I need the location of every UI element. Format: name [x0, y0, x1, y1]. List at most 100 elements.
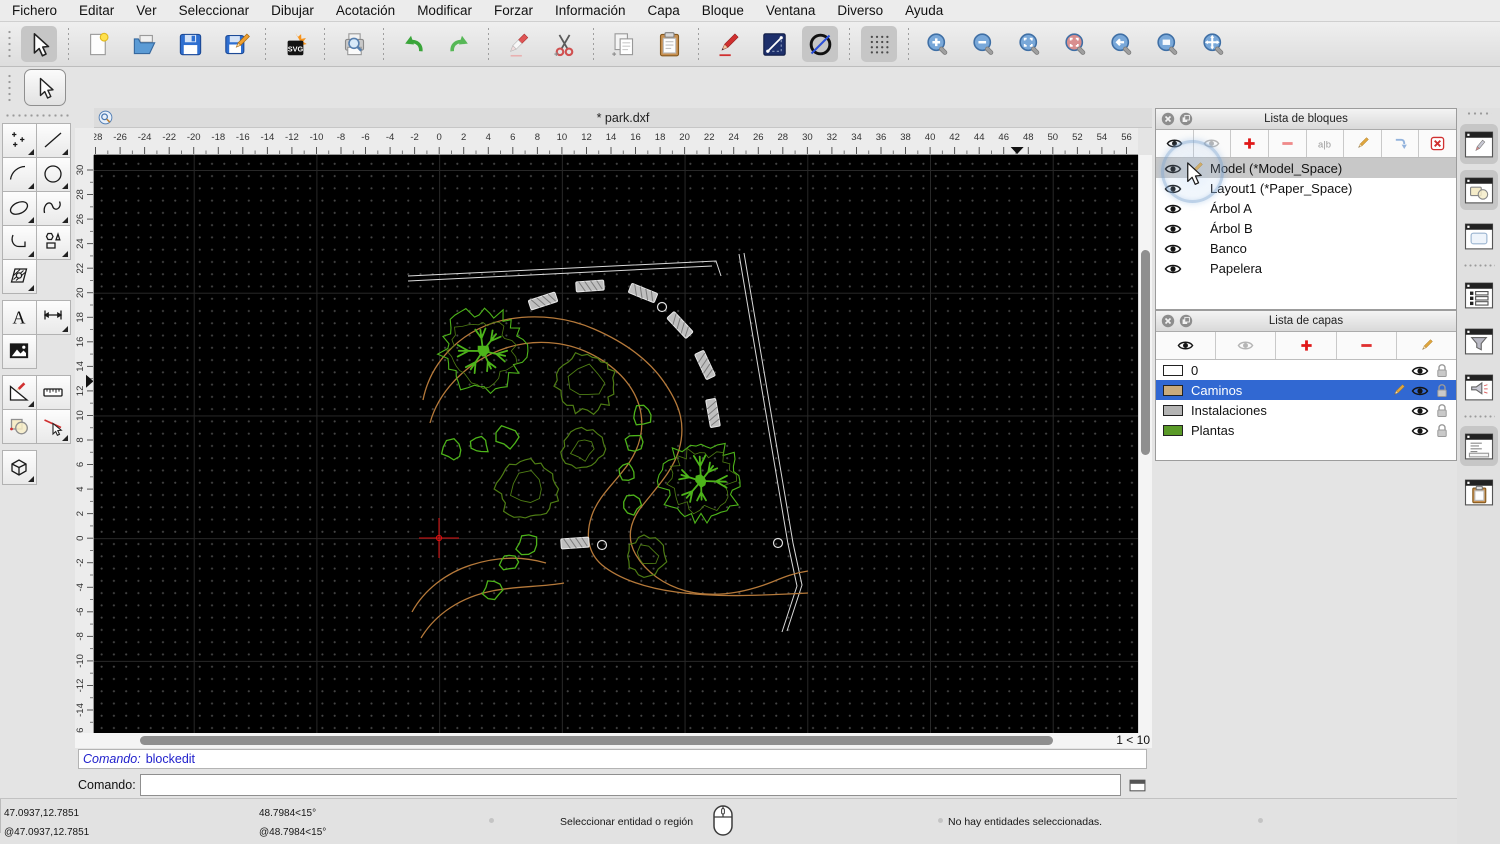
layers-minus-strong-button[interactable] [1337, 332, 1397, 359]
blocks-plus-button[interactable] [1231, 130, 1269, 157]
tool-points-button[interactable] [1, 122, 37, 158]
lock-icon[interactable] [1435, 403, 1449, 418]
document-tab-bar[interactable]: * park.dxf [94, 108, 1152, 128]
layer-color-swatch[interactable] [1163, 404, 1183, 416]
lock-icon[interactable] [1435, 383, 1449, 398]
toolbar-drag-handle[interactable] [6, 72, 13, 103]
svg-export-button[interactable]: SVG [277, 26, 313, 62]
copy-button[interactable] [605, 26, 641, 62]
visibility-eye-icon[interactable] [1411, 404, 1429, 417]
tool-dimension-button[interactable] [35, 299, 71, 335]
visibility-eye-icon[interactable] [1411, 364, 1429, 377]
redo-button[interactable] [441, 26, 477, 62]
tool-ruler-tool-button[interactable] [35, 374, 71, 410]
block-row-papelera[interactable]: Papelera [1156, 258, 1456, 278]
menu-modificar[interactable]: Modificar [417, 3, 472, 18]
tool-polyline-button[interactable] [1, 224, 37, 260]
visibility-eye-icon[interactable] [1164, 202, 1182, 215]
layer-color-swatch[interactable] [1163, 364, 1183, 376]
zoom-in-button[interactable] [920, 26, 956, 62]
tool-select-entity-button[interactable] [35, 408, 71, 444]
tool-line-button[interactable] [35, 122, 71, 158]
menu-fichero[interactable]: Fichero [12, 3, 57, 18]
menu-bloque[interactable]: Bloque [702, 3, 744, 18]
line-tool-button[interactable] [756, 26, 792, 62]
delete-entities-button[interactable] [500, 26, 536, 62]
save-button[interactable] [172, 26, 208, 62]
tool-polygon-shapes-button[interactable] [35, 224, 71, 260]
zoom-redraw-button[interactable] [1058, 26, 1094, 62]
command-input[interactable] [140, 774, 1121, 796]
menu-capa[interactable]: Capa [648, 3, 680, 18]
tool-hatch-button[interactable] [1, 258, 37, 294]
menu-forzar[interactable]: Forzar [494, 3, 533, 18]
blocks-pencil-button[interactable] [1344, 130, 1382, 157]
tool-box-3d-button[interactable] [1, 449, 37, 485]
paste-button[interactable] [651, 26, 687, 62]
menu-ver[interactable]: Ver [136, 3, 156, 18]
layers-plus-button[interactable] [1276, 332, 1337, 359]
new-document-button[interactable] [80, 26, 116, 62]
menu-ventana[interactable]: Ventana [766, 3, 816, 18]
toolbar-drag-handle[interactable] [6, 29, 13, 59]
blocks-delete-x-button[interactable] [1419, 130, 1456, 157]
visibility-eye-icon[interactable] [1164, 262, 1182, 275]
save-as-button[interactable] [218, 26, 254, 62]
menu-diverso[interactable]: Diverso [837, 3, 883, 18]
tool-ellipse-button[interactable] [1, 190, 37, 226]
tool-spline-button[interactable] [35, 190, 71, 226]
visibility-eye-icon[interactable] [1164, 222, 1182, 235]
zoom-pan-button[interactable] [1196, 26, 1232, 62]
undo-button[interactable] [395, 26, 431, 62]
entity-window-button[interactable] [1459, 170, 1498, 210]
block-row-banco[interactable]: Banco [1156, 238, 1456, 258]
list-window-button[interactable] [1460, 275, 1498, 315]
menu-editar[interactable]: Editar [79, 3, 114, 18]
tool-circle-button[interactable] [35, 156, 71, 192]
empty-window-button[interactable] [1460, 216, 1498, 256]
layers-eye-off-button[interactable] [1216, 332, 1277, 359]
drawing-canvas[interactable] [94, 155, 1138, 733]
layer-color-swatch[interactable] [1163, 384, 1183, 396]
clipboard-window-button[interactable] [1460, 472, 1498, 512]
filter-window-button[interactable] [1460, 321, 1498, 361]
zoom-auto-button[interactable] [1012, 26, 1048, 62]
block-row-arbol-b[interactable]: Árbol B [1156, 218, 1456, 238]
construction-mode-button[interactable] [802, 26, 838, 62]
tool-arc-button[interactable] [1, 156, 37, 192]
tool-measure-button[interactable] [1, 374, 37, 410]
tool-text-button[interactable]: A [1, 299, 37, 335]
layer-color-swatch[interactable] [1163, 424, 1183, 436]
blocks-rename-ab-button[interactable]: a|b [1307, 130, 1345, 157]
vertical-scrollbar[interactable] [1138, 155, 1152, 733]
menu-dibujar[interactable]: Dibujar [271, 3, 314, 18]
open-file-button[interactable] [126, 26, 162, 62]
tool-modify-button[interactable] [1, 408, 37, 444]
vertical-scrollbar-thumb[interactable] [1141, 250, 1150, 455]
visibility-eye-icon[interactable] [1164, 242, 1182, 255]
tool-image-button[interactable] [1, 333, 37, 369]
layers-eye-button[interactable] [1156, 332, 1217, 359]
command-window-button[interactable] [1126, 777, 1148, 794]
zoom-out-button[interactable] [966, 26, 1002, 62]
select-tool-button[interactable] [24, 69, 66, 106]
zoom-window-button[interactable] [1150, 26, 1186, 62]
blocks-insert-arrow-button[interactable] [1382, 130, 1420, 157]
layer-row-caminos[interactable]: Caminos [1156, 380, 1456, 400]
cut-button[interactable] [546, 26, 582, 62]
menu-informacion[interactable]: Información [555, 3, 626, 18]
horizontal-scrollbar[interactable]: 1 < 10 [75, 733, 1152, 748]
layer-row-0[interactable]: 0 [1156, 360, 1456, 380]
blocks-minus-pale-button[interactable] [1269, 130, 1307, 157]
layer-row-instalaciones[interactable]: Instalaciones [1156, 400, 1456, 420]
command-window-button[interactable] [1459, 426, 1498, 466]
layer-row-plantas[interactable]: Plantas [1156, 420, 1456, 440]
palette-drag-handle[interactable] [6, 112, 69, 119]
notify-window-button[interactable] [1460, 367, 1498, 407]
dock-drag-handle[interactable] [1465, 111, 1492, 117]
zoom-previous-button[interactable] [1104, 26, 1140, 62]
select-arrow-button[interactable] [21, 26, 57, 62]
menu-ayuda[interactable]: Ayuda [905, 3, 943, 18]
draw-pen-button[interactable] [710, 26, 746, 62]
menu-seleccionar[interactable]: Seleccionar [179, 3, 250, 18]
